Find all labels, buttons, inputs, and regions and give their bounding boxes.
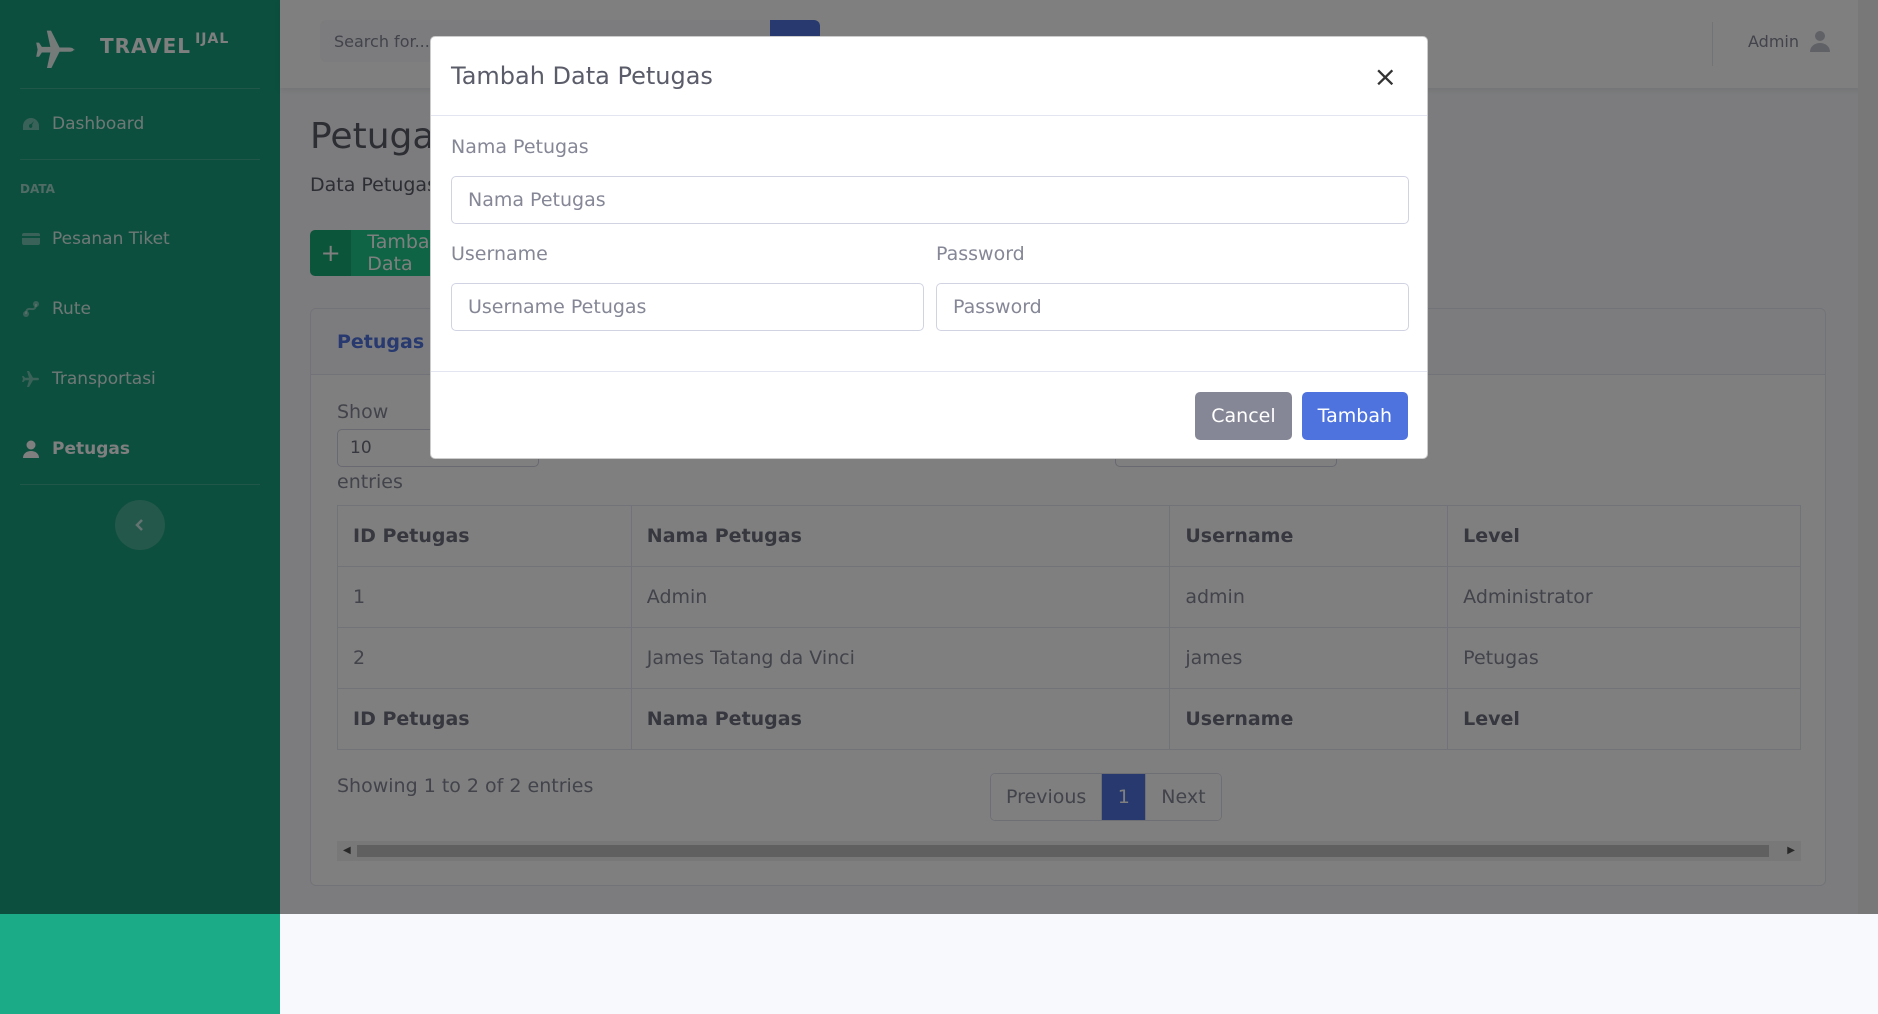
tambah-button[interactable]: Tambah — [1301, 391, 1408, 440]
modal-footer: Cancel Tambah — [431, 371, 1427, 459]
modal-body: Nama Petugas Nama Petugas Username Usern… — [431, 116, 1427, 371]
nama-petugas-input[interactable]: Nama Petugas — [451, 176, 1409, 224]
password-placeholder: Password — [953, 296, 1042, 318]
modal-header: Tambah Data Petugas × — [431, 37, 1427, 116]
cancel-button[interactable]: Cancel — [1195, 391, 1292, 440]
password-label: Password — [936, 243, 1025, 265]
nama-petugas-placeholder: Nama Petugas — [468, 189, 606, 211]
username-input[interactable]: Username Petugas — [451, 283, 924, 331]
modal-title: Tambah Data Petugas — [451, 62, 713, 90]
close-icon[interactable]: × — [1374, 60, 1397, 93]
page-bottom — [280, 914, 1858, 1014]
username-label: Username — [451, 243, 548, 265]
nama-petugas-label: Nama Petugas — [451, 136, 589, 158]
tambah-petugas-modal: Tambah Data Petugas × Nama Petugas Nama … — [430, 36, 1428, 459]
username-placeholder: Username Petugas — [468, 296, 647, 318]
password-input[interactable]: Password — [936, 283, 1409, 331]
